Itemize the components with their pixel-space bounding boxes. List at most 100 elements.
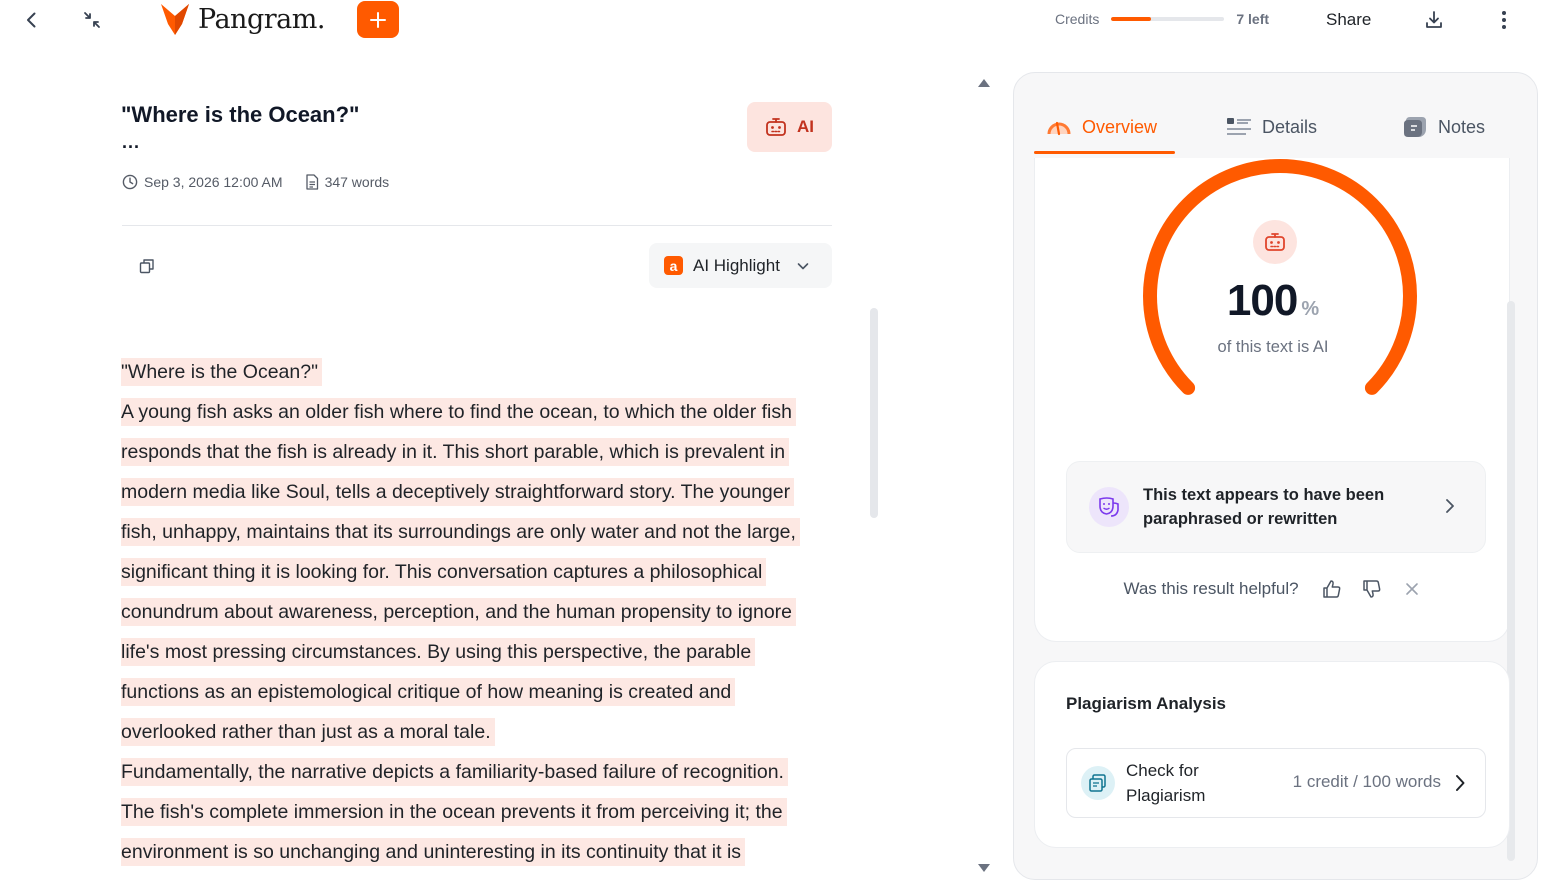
top-bar: Pangram. Credits 7 left Share [0,0,1558,40]
theater-masks-icon [1089,487,1129,527]
document-date-text: Sep 3, 2026 12:00 AM [144,174,283,190]
tab-details[interactable]: Details [1226,101,1317,153]
tab-notes-label: Notes [1438,116,1486,137]
scroll-up-arrow-icon[interactable] [977,76,991,90]
highlight-mode-select[interactable]: a AI Highlight [649,243,832,288]
ai-score-value: 100 [1226,276,1298,325]
vertical-dots-icon [1502,11,1506,29]
document-text-line: life's most pressing circumstances. By u… [121,632,841,672]
document-icon [305,174,318,190]
chevron-right-icon [1456,775,1465,791]
highlighted-text[interactable]: overlooked rather than just as a moral t… [121,718,495,746]
copy-icon [139,259,154,274]
copy-button[interactable] [134,253,160,279]
credits-label: Credits [1055,11,1100,27]
ai-score-caption: of this text is AI [1217,338,1329,356]
document-text-line: Fundamentally, the narrative depicts a f… [121,752,841,792]
thumbs-down-icon [1362,580,1380,598]
tab-notes[interactable]: Notes [1402,101,1485,153]
credits-meter: Credits 7 left [1055,11,1269,27]
notes-icon [1404,117,1426,137]
document-text-line: fish, unhappy, maintains that its surrou… [121,512,841,552]
highlighted-text[interactable]: responds that the fish is already in it.… [121,438,790,466]
check-plagiarism-label: Check for Plagiarism [1126,761,1206,805]
document-text-line: "Where is the Ocean?" [121,352,841,392]
document-text-line: responds that the fish is already in it.… [121,432,841,472]
paraphrase-notice-text: This text appears to have been paraphras… [1143,486,1385,528]
download-button[interactable] [1420,6,1448,34]
clock-icon [122,174,138,190]
active-tab-indicator [1034,151,1175,154]
plagiarism-title: Plagiarism Analysis [1066,694,1227,713]
document-word-count: 347 words [305,174,390,190]
thumbs-up-icon [1322,580,1340,598]
highlighted-text[interactable]: A young fish asks an older fish where to… [121,398,796,426]
tab-overview-label: Overview [1082,116,1158,137]
close-icon [1405,583,1418,595]
new-scan-button[interactable] [357,1,399,38]
feedback-question: Was this result helpful? [1123,579,1299,598]
chevron-right-icon [1446,499,1454,513]
document-meta: Sep 3, 2026 12:00 AM 347 words [122,174,389,190]
verdict-label: AI [797,117,814,136]
document-text-line: overlooked rather than just as a moral t… [121,712,841,752]
pangram-logo[interactable]: Pangram. [160,2,325,36]
document-text-line: significant thing it is looking for. Thi… [121,552,841,592]
ai-score-percent-sign: % [1301,298,1320,320]
back-button[interactable] [18,6,46,34]
paraphrase-notice[interactable]: This text appears to have been paraphras… [1066,461,1486,553]
document-text-line: The fish's complete immersion in the oce… [121,792,841,832]
highlight-mode-label: AI Highlight [693,255,780,275]
document-date: Sep 3, 2026 12:00 AM [122,174,283,190]
thumbs-down-button[interactable] [1361,578,1383,600]
highlighted-text[interactable]: Fundamentally, the narrative depicts a f… [121,758,788,786]
results-panel: Overview Details Notes 100 % of this tex… [1013,72,1538,880]
tab-details-label: Details [1262,116,1318,137]
highlighted-text[interactable]: The fish's complete immersion in the oce… [121,798,787,826]
plagiarism-cost: 1 credit / 100 words [1292,772,1441,791]
dismiss-feedback-button[interactable] [1401,578,1423,600]
robot-icon [766,118,786,136]
chevron-left-icon [27,12,36,28]
document-text-line: modern media like Soul, tells a deceptiv… [121,472,841,512]
more-options-button[interactable] [1490,6,1518,34]
credits-progress-bar [1111,17,1225,21]
highlighted-text[interactable]: modern media like Soul, tells a deceptiv… [121,478,795,506]
results-tabs: Overview Details Notes [1034,101,1514,155]
credits-progress-fill [1111,17,1151,21]
ai-highlight-icon: a [664,256,683,275]
document-text-line: environment is so unchanging and uninter… [121,832,841,872]
document-body: "Where is the Ocean?" A young fish asks a… [121,352,841,872]
overview-gauge-icon [1047,121,1071,136]
plus-icon [370,11,386,28]
document-text-line: functions as an epistemological critique… [121,672,841,712]
document-scrollbar[interactable] [870,308,878,518]
overview-card: 100% of this text is AI This text appear… [1034,158,1510,642]
highlighted-text[interactable]: conundrum about awareness, perception, a… [121,598,797,626]
thumbs-up-button[interactable] [1321,578,1343,600]
credits-remaining: 7 left [1236,11,1270,27]
check-plagiarism-button[interactable]: Check for Plagiarism 1 credit / 100 word… [1066,748,1486,818]
details-list-icon [1227,118,1251,135]
highlighted-text[interactable]: life's most pressing circumstances. By u… [121,638,756,666]
highlighted-text[interactable]: significant thing it is looking for. Thi… [121,558,767,586]
scroll-down-arrow-icon[interactable] [977,861,991,875]
document-title: "Where is the Ocean?" [121,102,360,127]
collapse-arrows-icon [84,12,100,28]
document-title-overflow: ... [122,132,141,152]
tab-overview[interactable]: Overview [1046,101,1157,153]
plagiarism-card: Plagiarism Analysis Check for Plagiarism… [1034,661,1510,848]
highlighted-text[interactable]: functions as an epistemological critique… [121,678,736,706]
feedback-row: Was this result helpful? [1035,578,1511,600]
ai-score: 100% [1035,276,1511,326]
highlighted-text[interactable]: fish, unhappy, maintains that its surrou… [121,518,800,546]
header-divider [122,225,832,226]
robot-icon [1265,233,1285,251]
share-button[interactable]: Share [1326,10,1371,30]
fox-logo-icon [161,4,189,35]
highlighted-text[interactable]: "Where is the Ocean?" [121,358,323,386]
word-count-text: 347 words [324,174,390,190]
collapse-button[interactable] [78,6,106,34]
highlighted-text[interactable]: environment is so unchanging and uninter… [121,838,746,866]
document-text-line: A young fish asks an older fish where to… [121,392,841,432]
